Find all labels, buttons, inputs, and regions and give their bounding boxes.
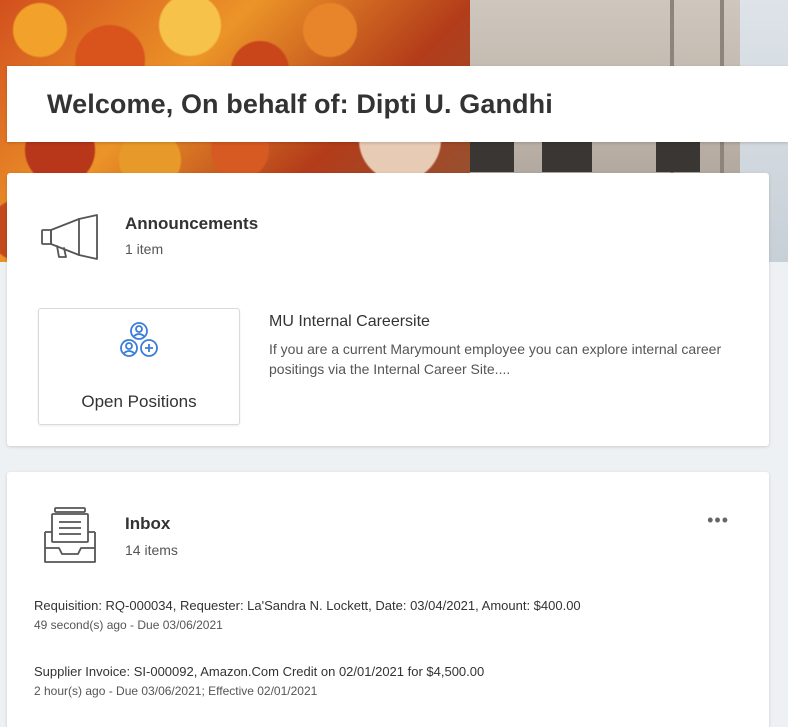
announcement-item-title[interactable]: MU Internal Careersite [269,313,430,331]
people-add-icon [116,319,162,370]
inbox-item-supplier-invoice[interactable]: Supplier Invoice: SI-000092, Amazon.Com … [34,664,754,698]
inbox-count: 14 items [125,542,178,558]
inbox-card: Inbox 14 items ••• Requisition: RQ-00003… [7,472,769,727]
inbox-item-title: Requisition: RQ-000034, Requester: La'Sa… [34,598,581,613]
inbox-title: Inbox [125,514,171,533]
megaphone-icon [39,213,103,270]
open-positions-label: Open Positions [81,392,197,411]
announcements-title: Announcements [125,214,259,233]
announcement-item-description: If you are a current Marymount employee … [269,341,722,377]
inbox-tray-icon [41,504,99,571]
inbox-item-title: Supplier Invoice: SI-000092, Amazon.Com … [34,664,485,679]
more-options-button[interactable]: ••• [707,511,729,529]
welcome-banner: Welcome, On behalf of: Dipti U. Gandhi [7,66,788,142]
inbox-item-requisition[interactable]: Requisition: RQ-000034, Requester: La'Sa… [34,598,754,632]
inbox-item-meta: 49 second(s) ago - Due 03/06/2021 [34,618,223,632]
announcements-card: Announcements 1 item Open Positions MU I… [7,173,769,446]
open-positions-tile[interactable]: Open Positions [38,308,240,425]
inbox-item-meta: 2 hour(s) ago - Due 03/06/2021; Effectiv… [34,684,318,698]
page-title: Welcome, On behalf of: Dipti U. Gandhi [47,88,553,119]
announcements-count: 1 item [125,241,164,257]
